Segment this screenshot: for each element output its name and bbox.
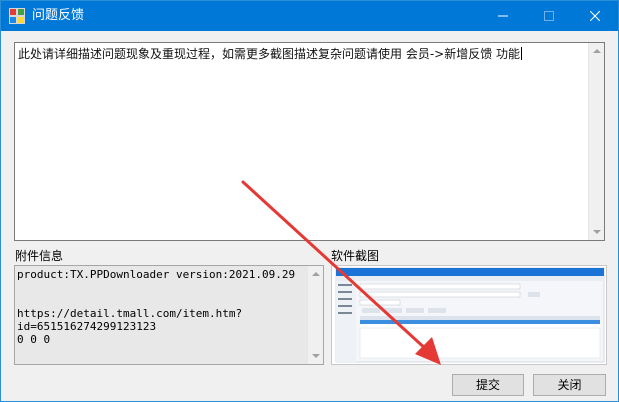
window-title: 问题反馈 <box>32 8 85 23</box>
screenshot-thumbnail[interactable] <box>331 265 607 365</box>
attachment-text: product:TX.PPDownloader version:2021.09.… <box>17 268 295 346</box>
attachment-line: id=651516274299123123 <box>17 320 157 333</box>
maximize-button[interactable] <box>526 1 572 31</box>
attachment-line <box>17 281 295 294</box>
submit-button[interactable]: 提交 <box>452 374 524 396</box>
attachment-scrollbar[interactable] <box>307 266 323 364</box>
screenshot-image <box>332 266 606 364</box>
description-textarea[interactable]: 此处请详细描述问题现象及重现过程，如需更多截图描述复杂问题请使用 会员->新增反… <box>14 42 605 241</box>
description-scrollbar[interactable] <box>588 43 604 240</box>
close-icon <box>590 11 600 21</box>
minimize-button[interactable] <box>480 1 526 31</box>
app-grid-icon <box>9 8 25 24</box>
attachment-line: https://detail.tmall.com/item.htm? <box>17 307 243 320</box>
description-text: 此处请详细描述问题现象及重现过程，如需更多截图描述复杂问题请使用 会员->新增反… <box>18 47 523 61</box>
close-button[interactable] <box>572 1 618 31</box>
maximize-icon <box>544 11 554 21</box>
screenshot-label: 软件截图 <box>331 249 380 263</box>
attachment-info-box[interactable]: product:TX.PPDownloader version:2021.09.… <box>14 265 324 365</box>
scroll-up-icon[interactable] <box>312 272 320 276</box>
text-caret <box>521 47 523 60</box>
scroll-down-icon[interactable] <box>593 230 601 234</box>
close-dialog-button[interactable]: 关闭 <box>533 374 606 396</box>
attachment-label: 附件信息 <box>15 249 64 263</box>
scroll-down-icon[interactable] <box>312 354 320 358</box>
minimize-icon <box>498 15 508 17</box>
attachment-line: product:TX.PPDownloader version:2021.09.… <box>17 268 296 281</box>
scroll-up-icon[interactable] <box>593 49 601 53</box>
attachment-line <box>17 294 295 307</box>
feedback-window: 问题反馈 此处请详细描述问题现象及重现过程，如需更多截图描述复杂问题请使用 会员… <box>0 0 619 402</box>
title-bar[interactable]: 问题反馈 <box>1 1 618 31</box>
attachment-line: 0 0 0 <box>17 333 51 346</box>
